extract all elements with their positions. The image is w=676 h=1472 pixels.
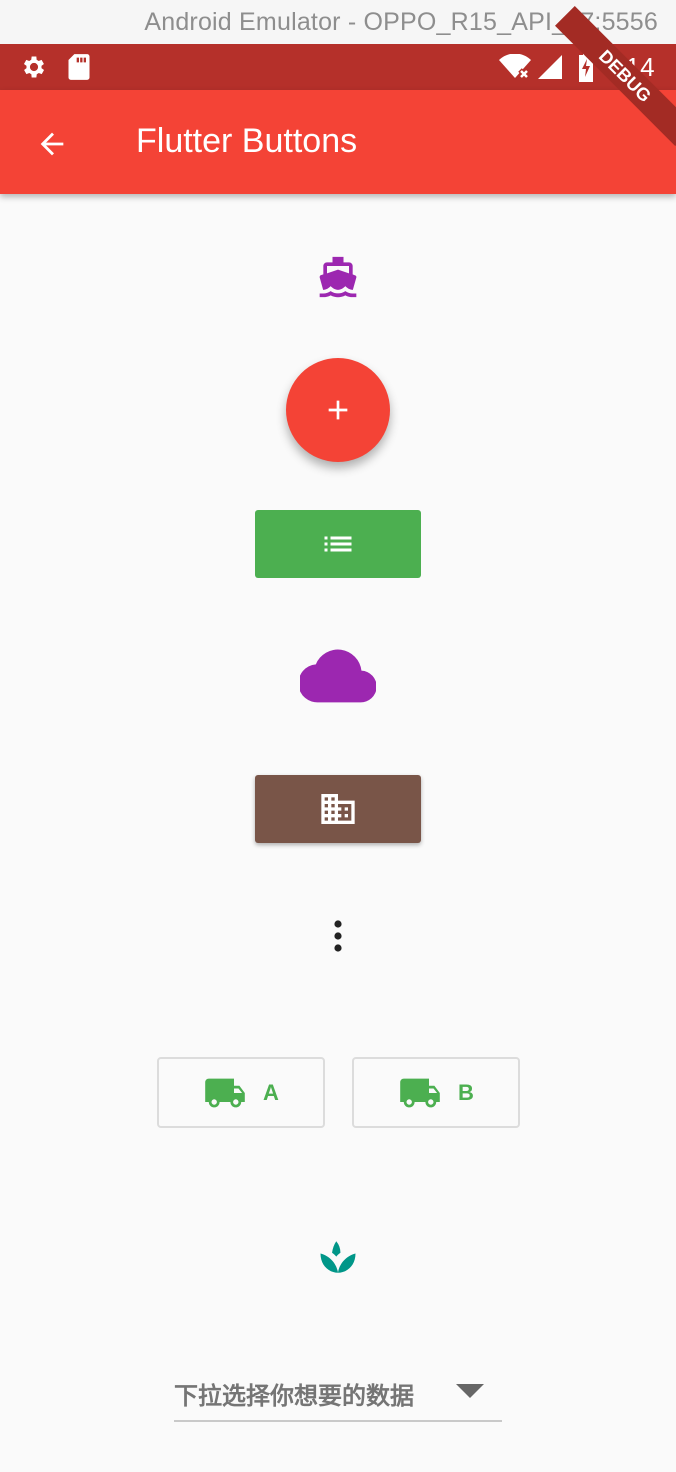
status-bar: 4:14 [0,44,676,90]
truck-b-button[interactable]: B [352,1057,520,1128]
truck-a-label: A [263,1079,279,1105]
boat-icon [319,256,357,298]
settings-icon [20,53,48,86]
spa-icon-button[interactable] [313,1234,363,1280]
app-bar: Flutter Buttons [0,90,676,194]
back-button[interactable] [24,116,80,172]
sd-card-icon [66,53,92,86]
more-button[interactable] [318,912,358,960]
truck-a-button[interactable]: A [157,1057,325,1128]
boat-icon-button[interactable] [310,252,366,302]
arrow-drop-down-icon [456,1384,484,1398]
list-icon [324,536,352,552]
building-button[interactable] [255,775,421,843]
dropdown-hint: 下拉选择你想要的数据 [174,1383,414,1410]
data-dropdown[interactable]: 下拉选择你想要的数据 [174,1368,502,1422]
spa-icon [320,1241,356,1273]
more-vert-icon [334,920,342,952]
wifi-off-icon [498,53,532,85]
cloud-icon [300,649,376,703]
truck-b-label: B [458,1079,474,1105]
truck-icon [400,1078,440,1107]
cloud-icon-button[interactable] [298,648,378,706]
truck-icon [205,1078,245,1107]
arrow-back-icon [40,132,64,156]
page-title: Flutter Buttons [136,122,358,160]
building-icon [321,794,355,824]
add-icon [328,400,348,420]
list-button[interactable] [255,510,421,578]
add-fab[interactable] [286,358,390,462]
signal-icon [537,54,563,85]
